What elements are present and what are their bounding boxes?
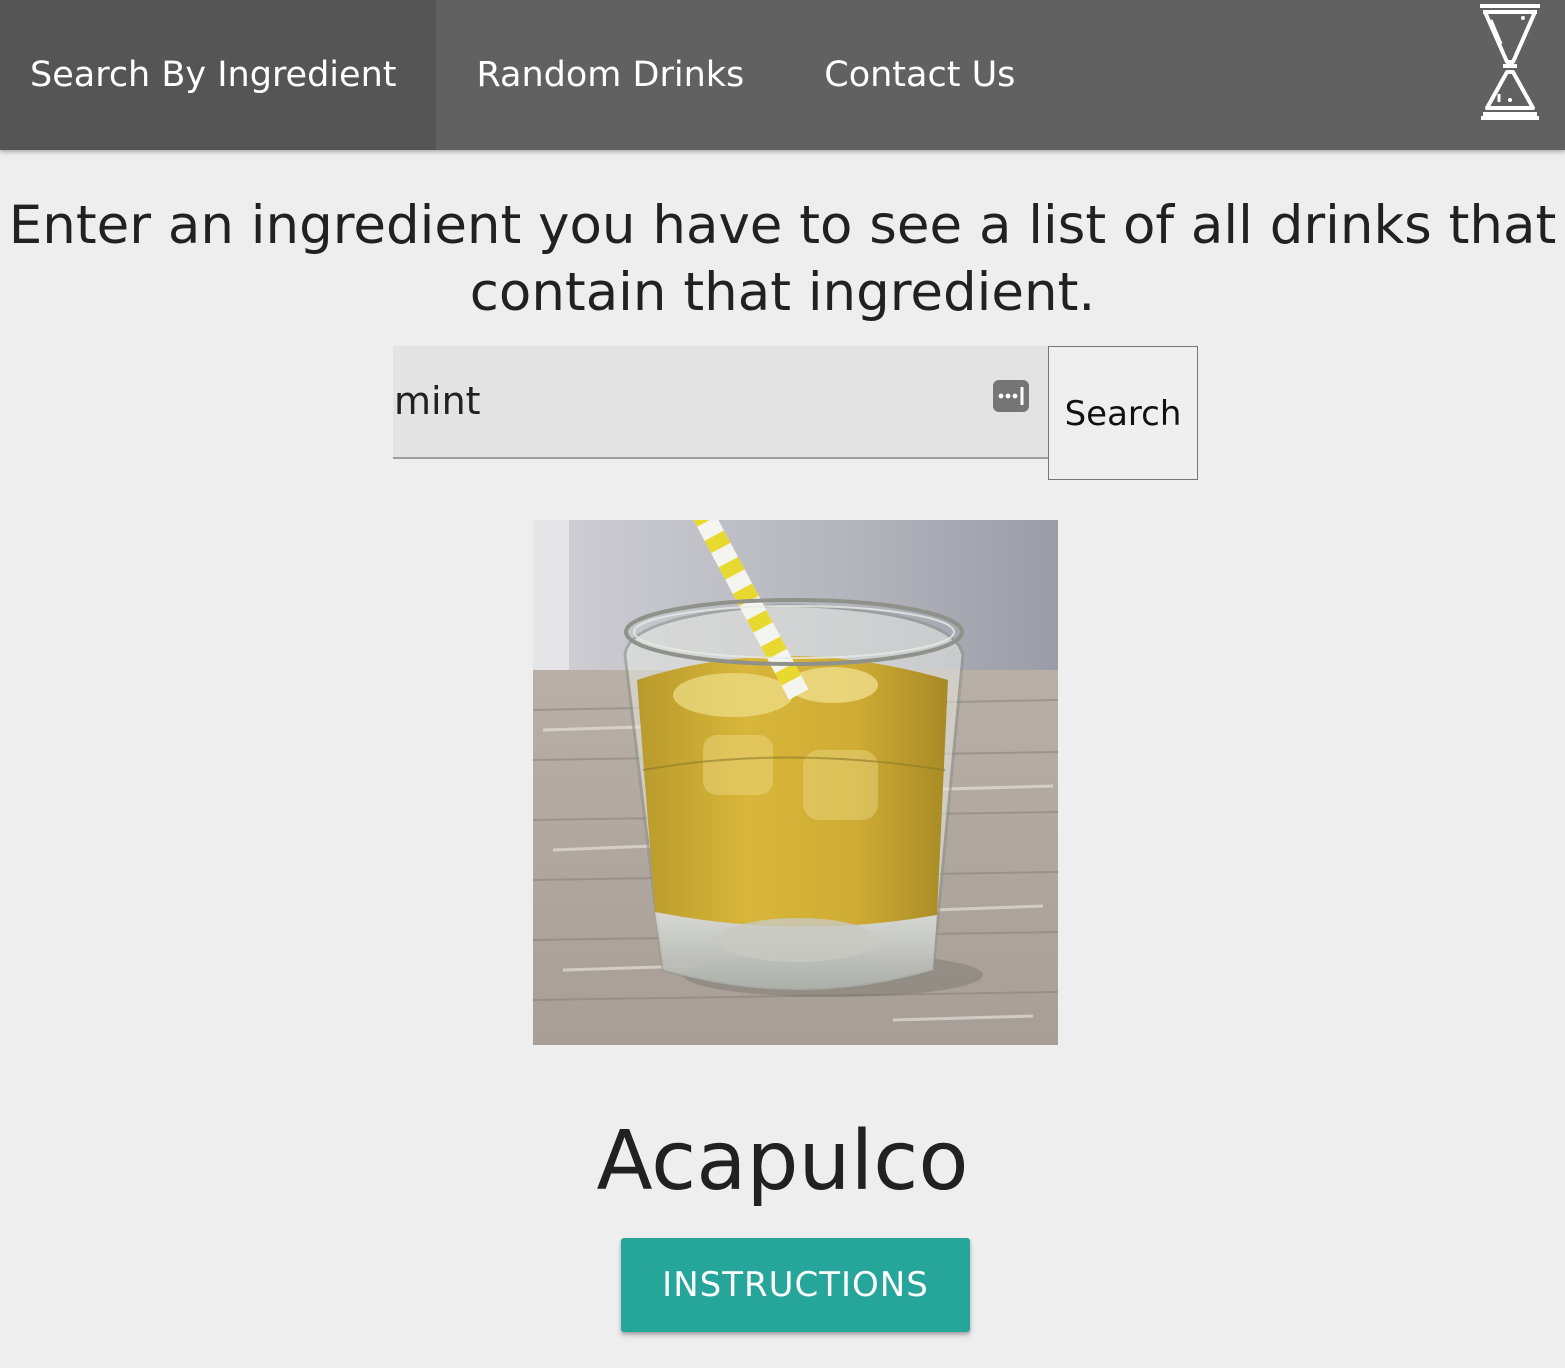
navbar: Search By Ingredient Random Drinks Conta…: [0, 0, 1565, 150]
ingredient-search-input[interactable]: [393, 346, 983, 457]
search-field: [393, 346, 1048, 459]
instructions-button[interactable]: INSTRUCTIONS: [621, 1238, 970, 1332]
nav-random-drinks[interactable]: Random Drinks: [436, 0, 784, 150]
drink-image: [533, 520, 1058, 1045]
page-instructions-heading: Enter an ingredient you have to see a li…: [0, 192, 1565, 326]
drink-name: Acapulco: [596, 1114, 969, 1209]
heading-line-1: Enter an ingredient you have to see a li…: [8, 195, 1557, 256]
password-manager-icon[interactable]: [992, 378, 1030, 414]
nav-list: Search By Ingredient Random Drinks Conta…: [0, 0, 1565, 150]
heading-line-2: contain that ingredient.: [469, 262, 1096, 323]
nav-search-by-ingredient[interactable]: Search By Ingredient: [0, 0, 437, 150]
nav-contact-us[interactable]: Contact Us: [784, 0, 1055, 150]
cocktail-jigger-icon[interactable]: [1477, 2, 1543, 120]
search-button[interactable]: Search: [1048, 346, 1198, 480]
drink-photo: [533, 520, 1058, 1045]
